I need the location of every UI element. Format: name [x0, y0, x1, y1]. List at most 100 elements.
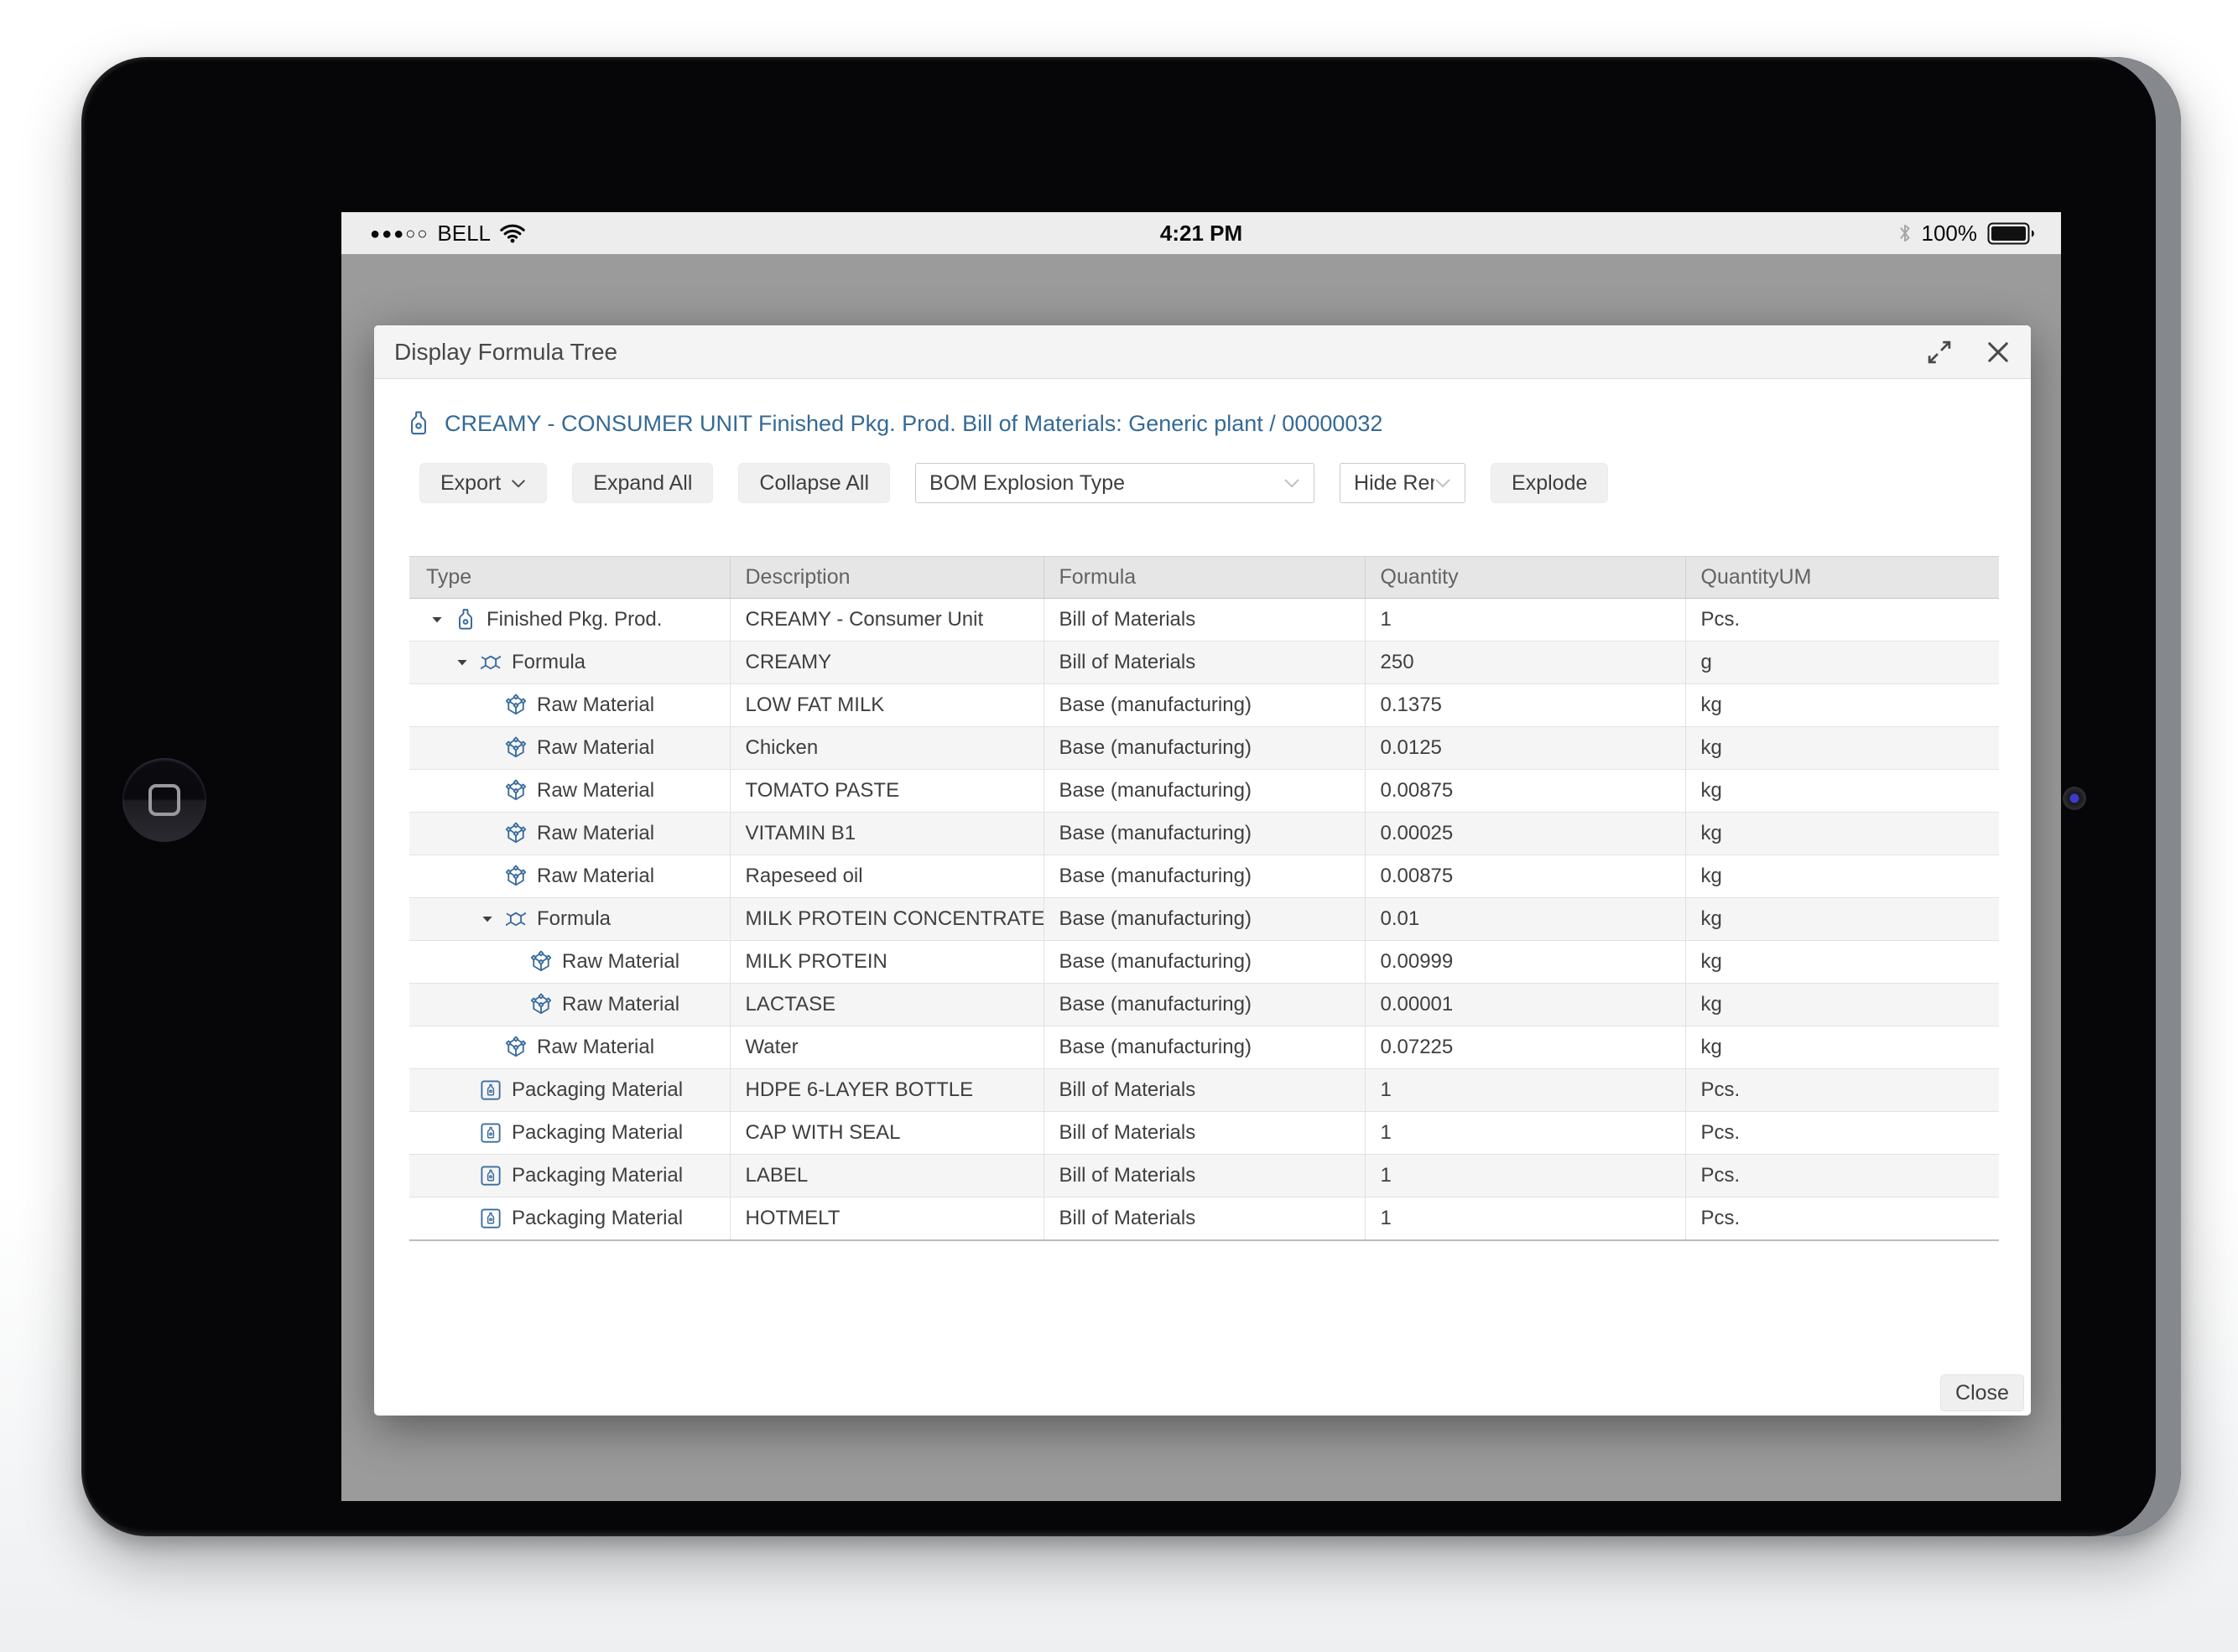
ipad-frame: ●●●○○ BELL 4:21 PM 100% Display Formula … — [81, 57, 2181, 1536]
row-type-label: Raw Material — [537, 779, 654, 803]
row-type-cell: Formula — [409, 642, 730, 684]
row-type-cell: Packaging Material — [409, 1197, 730, 1241]
expander-spacer — [502, 996, 523, 1013]
molecule-icon — [478, 650, 503, 675]
export-button[interactable]: Export — [419, 463, 547, 503]
table-header-row: Type Description Formula Quantity Quanti… — [409, 557, 1999, 599]
cube-icon — [503, 693, 528, 718]
row-type-cell: Packaging Material — [409, 1112, 730, 1155]
object-header: CREAMY - CONSUMER UNIT Finished Pkg. Pro… — [404, 406, 1382, 441]
cube-icon — [503, 864, 528, 889]
row-formula: Base (manufacturing) — [1044, 1026, 1365, 1069]
chevron-down-icon — [1283, 478, 1300, 488]
maximize-icon[interactable] — [1925, 338, 1954, 366]
expand-toggle-icon[interactable] — [426, 611, 448, 628]
expand-toggle-icon[interactable] — [476, 911, 498, 927]
expander-spacer — [476, 825, 498, 842]
row-formula: Bill of Materials — [1044, 642, 1365, 684]
row-quantity: 0.00001 — [1365, 984, 1685, 1026]
expander-spacer — [476, 1039, 498, 1056]
row-type-cell: Finished Pkg. Prod. — [409, 599, 730, 642]
row-description: TOMATO PASTE — [730, 770, 1044, 813]
table-row[interactable]: Packaging MaterialCAP WITH SEALBill of M… — [409, 1112, 1999, 1155]
row-uom: kg — [1685, 770, 1999, 813]
cube-icon — [528, 992, 554, 1017]
table-row[interactable]: Formula MILK PROTEIN CONCENTRATEBase (man… — [409, 898, 1999, 941]
table-row[interactable]: Packaging MaterialLABELBill of Materials… — [409, 1155, 1999, 1197]
expander-spacer — [502, 953, 523, 970]
table-row[interactable]: Raw MaterialRapeseed oilBase (manufactur… — [409, 855, 1999, 898]
row-uom: Pcs. — [1685, 1197, 1999, 1241]
table-row[interactable]: FormulaCREAMYBill of Materials250g — [409, 642, 1999, 684]
explode-button[interactable]: Explode — [1491, 463, 1608, 503]
row-description: LOW FAT MILK — [730, 684, 1044, 727]
row-description: MILK PROTEIN CONCENTRATE — [730, 898, 1044, 941]
package-icon — [478, 1120, 503, 1145]
close-icon[interactable] — [1984, 338, 2012, 366]
row-formula: Bill of Materials — [1044, 1069, 1365, 1112]
row-description: CAP WITH SEAL — [730, 1112, 1044, 1155]
table-row[interactable]: Raw MaterialMILK PROTEINBase (manufactur… — [409, 941, 1999, 984]
row-description: Rapeseed oil — [730, 855, 1044, 898]
row-type-cell: Raw Material — [409, 727, 730, 770]
front-camera — [2063, 787, 2086, 810]
row-type-cell: Packaging Material — [409, 1069, 730, 1112]
export-label: Export — [440, 471, 501, 496]
expander-spacer — [451, 1082, 473, 1099]
expand-all-button[interactable]: Expand All — [572, 463, 713, 503]
row-formula: Bill of Materials — [1044, 599, 1365, 642]
table-row[interactable]: Raw MaterialWaterBase (manufacturing)0.0… — [409, 1026, 1999, 1069]
row-type-cell: Raw Material — [409, 770, 730, 813]
molecule-icon — [503, 907, 528, 932]
table-row[interactable]: Raw MaterialTOMATO PASTEBase (manufactur… — [409, 770, 1999, 813]
column-header-description[interactable]: Description — [730, 557, 1044, 599]
row-type-label: Formula — [512, 651, 586, 674]
expand-toggle-icon[interactable] — [451, 654, 473, 671]
row-type-cell: Raw Material — [409, 855, 730, 898]
cube-icon — [528, 949, 554, 974]
row-type-cell: Raw Material — [409, 813, 730, 855]
table-row[interactable]: Finished Pkg. Prod.CREAMY - Consumer Uni… — [409, 599, 1999, 642]
table-row[interactable]: Raw MaterialChickenBase (manufacturing)0… — [409, 727, 1999, 770]
dialog-title: Display Formula Tree — [394, 339, 617, 366]
column-header-quantityum[interactable]: QuantityUM — [1685, 557, 1999, 599]
table-row[interactable]: Packaging MaterialHDPE 6-LAYER BOTTLEBil… — [409, 1069, 1999, 1112]
bom-object-link[interactable]: CREAMY - CONSUMER UNIT Finished Pkg. Pro… — [445, 411, 1382, 437]
status-bar: ●●●○○ BELL 4:21 PM 100% — [341, 212, 2061, 254]
row-quantity: 0.0125 — [1365, 727, 1685, 770]
hide-rem-select[interactable]: Hide Rem... — [1340, 463, 1465, 503]
row-uom: kg — [1685, 813, 1999, 855]
table-row[interactable]: Raw MaterialVITAMIN B1Base (manufacturin… — [409, 813, 1999, 855]
battery-icon — [1987, 222, 2036, 245]
bom-explosion-type-select[interactable]: BOM Explosion Type — [915, 463, 1314, 503]
row-description: HDPE 6-LAYER BOTTLE — [730, 1069, 1044, 1112]
row-description: HOTMELT — [730, 1197, 1044, 1241]
row-quantity: 1 — [1365, 599, 1685, 642]
row-type-label: Formula — [537, 907, 611, 931]
cube-icon — [503, 1035, 528, 1060]
row-formula: Base (manufacturing) — [1044, 898, 1365, 941]
row-type-cell: Raw Material — [409, 684, 730, 727]
expander-spacer — [476, 868, 498, 885]
chevron-down-icon — [1434, 478, 1451, 488]
row-type-label: Finished Pkg. Prod. — [487, 608, 662, 631]
formula-tree-body: Finished Pkg. Prod.CREAMY - Consumer Uni… — [409, 599, 1999, 1241]
status-bar-right: 100% — [1898, 221, 2037, 247]
column-header-formula[interactable]: Formula — [1044, 557, 1365, 599]
row-type-label: Raw Material — [537, 822, 654, 845]
home-button[interactable] — [122, 758, 206, 842]
table-row[interactable]: Raw MaterialLOW FAT MILKBase (manufactur… — [409, 684, 1999, 727]
row-type-cell: Raw Material — [409, 1026, 730, 1069]
battery-percent-label: 100% — [1922, 221, 1978, 247]
column-header-type[interactable]: Type — [409, 557, 730, 599]
expander-spacer — [476, 782, 498, 799]
row-type-label: Raw Material — [537, 1036, 654, 1059]
row-type-cell: Raw Material — [409, 941, 730, 984]
close-button[interactable]: Close — [1940, 1374, 2024, 1411]
expander-spacer — [476, 697, 498, 714]
table-row[interactable]: Raw MaterialLACTASEBase (manufacturing)0… — [409, 984, 1999, 1026]
column-header-quantity[interactable]: Quantity — [1365, 557, 1685, 599]
table-row[interactable]: Packaging MaterialHOTMELTBill of Materia… — [409, 1197, 1999, 1241]
row-type-label: Raw Material — [562, 950, 679, 974]
collapse-all-button[interactable]: Collapse All — [738, 463, 890, 503]
